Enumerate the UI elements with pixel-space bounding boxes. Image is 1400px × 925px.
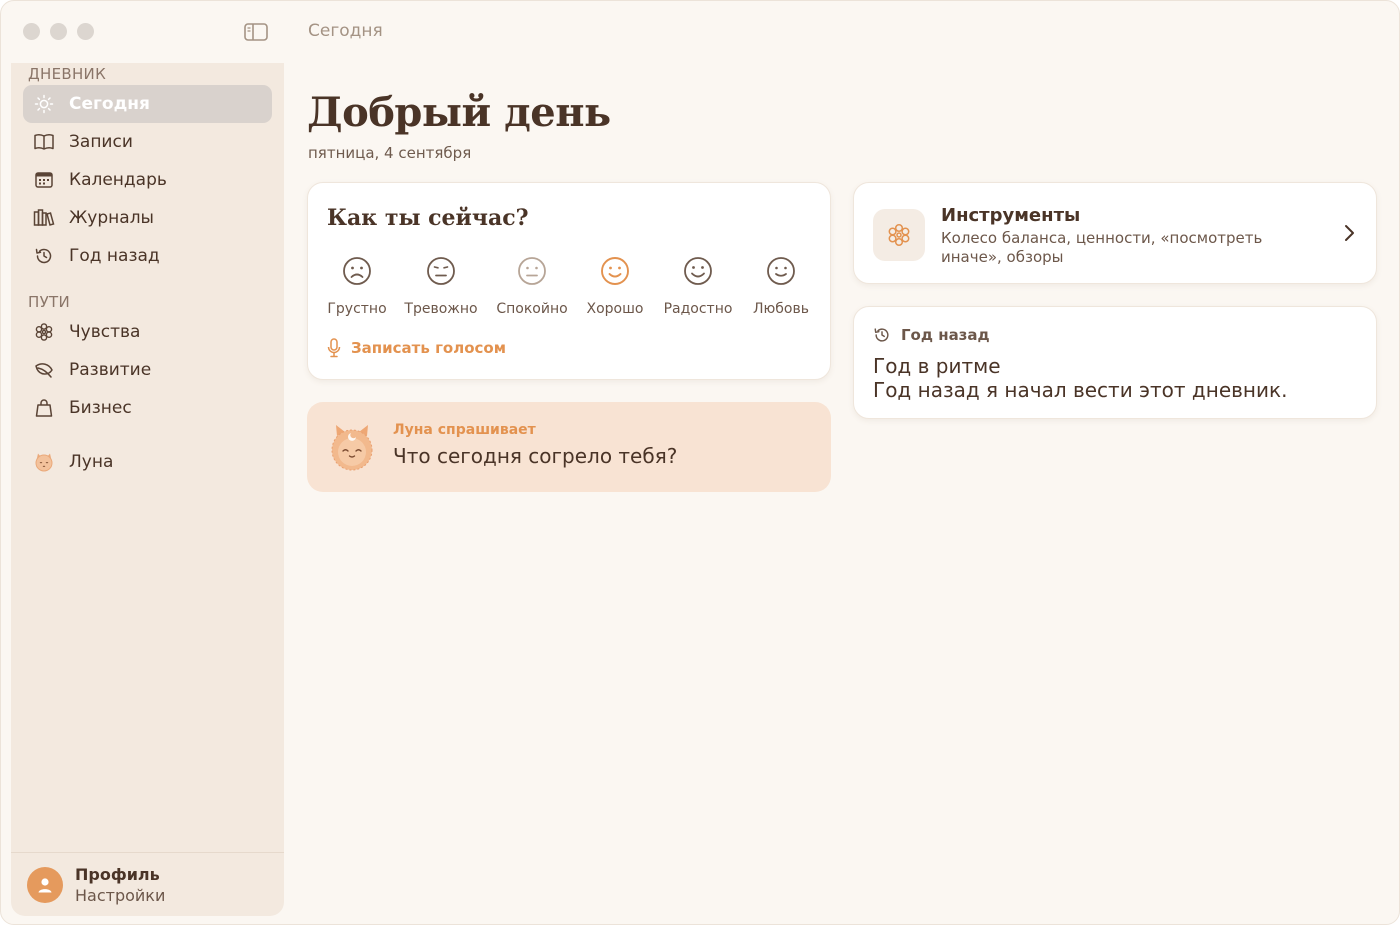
luna-prompt-question: Что сегодня согрело тебя?: [393, 444, 678, 468]
person-icon: [38, 878, 52, 893]
calendar-icon: [33, 169, 55, 191]
flower-icon: [33, 321, 55, 343]
tools-title: Инструменты: [941, 205, 1081, 226]
microphone-icon: [327, 338, 341, 358]
smile-face-icon: [601, 257, 629, 285]
bag-icon: [33, 397, 55, 419]
mood-option-anxious[interactable]: Тревожно: [391, 255, 491, 317]
sidebar-item-label: Журналы: [69, 208, 154, 228]
sidebar-item-luna[interactable]: Луна: [23, 443, 272, 481]
record-voice-button[interactable]: Записать голосом: [327, 338, 506, 358]
page-title: Добрый день: [307, 89, 611, 136]
sidebar-divider: [11, 852, 284, 853]
calm-face-icon: [518, 257, 546, 285]
sidebar-item-label: Бизнес: [69, 398, 132, 418]
sidebar-toggle-icon[interactable]: [244, 23, 268, 41]
tools-subtitle: Колесо баланса, ценности, «посмотреть ин…: [941, 229, 1263, 266]
sun-icon: [33, 93, 55, 115]
mood-card: Как ты сейчас? Грустно Тревожно Спокойно…: [307, 182, 831, 380]
mood-options: Грустно Тревожно Спокойно Хорошо Радостн…: [308, 255, 832, 325]
leaf-icon: [33, 359, 55, 381]
sidebar-item-feelings[interactable]: Чувства: [23, 313, 272, 351]
app-window: Сегодня ДНЕВНИК Сегодня Записи Календарь: [0, 0, 1400, 925]
luna-prompt-label: Луна спрашивает: [393, 422, 536, 438]
sidebar-item-label: Сегодня: [69, 94, 150, 114]
section-label-diary: ДНЕВНИК: [28, 65, 107, 83]
luna-avatar-icon: [331, 425, 373, 471]
book-icon: [33, 131, 55, 153]
year-ago-card[interactable]: Год назад Год в ритме Год назад я начал …: [853, 306, 1377, 419]
history-icon: [874, 328, 889, 342]
sidebar-item-label: Чувства: [69, 322, 141, 342]
books-icon: [33, 207, 55, 229]
mood-label: Тревожно: [404, 301, 478, 317]
year-ago-text: Год назад я начал вести этот дневник.: [873, 378, 1288, 402]
sidebar-item-journals[interactable]: Журналы: [23, 199, 272, 237]
sidebar-item-business[interactable]: Бизнес: [23, 389, 272, 427]
record-voice-label: Записать голосом: [351, 339, 506, 357]
sidebar-item-label: Календарь: [69, 170, 167, 190]
mood-label: Радостно: [663, 301, 733, 317]
sidebar-item-label: Луна: [69, 452, 114, 472]
mood-label: Любовь: [752, 301, 809, 317]
year-ago-header: Год назад: [873, 326, 990, 344]
mood-label: Хорошо: [586, 301, 644, 317]
profile-button[interactable]: Профиль Настройки: [27, 865, 165, 905]
minimize-window-button[interactable]: [50, 23, 67, 40]
sidebar-item-label: Год назад: [69, 246, 160, 266]
year-ago-title: Год в ритме: [873, 354, 1001, 378]
section-label-paths: ПУТИ: [28, 293, 71, 311]
mood-label: Спокойно: [496, 301, 568, 317]
sidebar-item-label: Развитие: [69, 360, 152, 380]
neutral-face-icon: [427, 257, 455, 285]
sidebar-item-today[interactable]: Сегодня: [23, 85, 272, 123]
close-window-button[interactable]: [23, 23, 40, 40]
avatar: [27, 867, 63, 903]
zoom-window-button[interactable]: [77, 23, 94, 40]
mood-card-title: Как ты сейчас?: [327, 205, 529, 231]
window-title: Сегодня: [308, 21, 383, 41]
mood-label: Грустно: [327, 301, 387, 317]
chevron-right-icon: [1345, 225, 1354, 241]
sidebar-item-label: Записи: [69, 132, 133, 152]
sad-face-icon: [343, 257, 371, 285]
window-controls: [23, 23, 94, 40]
profile-name: Профиль: [75, 865, 160, 884]
luna-prompt-card[interactable]: Луна спрашивает Что сегодня согрело тебя…: [307, 402, 831, 492]
sidebar: ДНЕВНИК Сегодня Записи Календарь Журналы: [11, 63, 284, 916]
sidebar-item-calendar[interactable]: Календарь: [23, 161, 272, 199]
luna-icon: [33, 451, 55, 473]
love-face-icon: [767, 257, 795, 285]
history-icon: [33, 245, 55, 267]
date-label: пятница, 4 сентября: [308, 144, 472, 162]
sidebar-item-year-ago[interactable]: Год назад: [23, 237, 272, 275]
sidebar-item-entries[interactable]: Записи: [23, 123, 272, 161]
year-ago-label: Год назад: [901, 326, 990, 344]
happy-face-icon: [684, 257, 712, 285]
profile-text: Профиль Настройки: [75, 865, 165, 905]
tools-card[interactable]: Инструменты Колесо баланса, ценности, «п…: [853, 182, 1377, 284]
tools-flower-icon: [873, 209, 925, 261]
mood-option-love[interactable]: Любовь: [731, 255, 831, 317]
sidebar-item-growth[interactable]: Развитие: [23, 351, 272, 389]
profile-settings-label: Настройки: [75, 886, 166, 905]
